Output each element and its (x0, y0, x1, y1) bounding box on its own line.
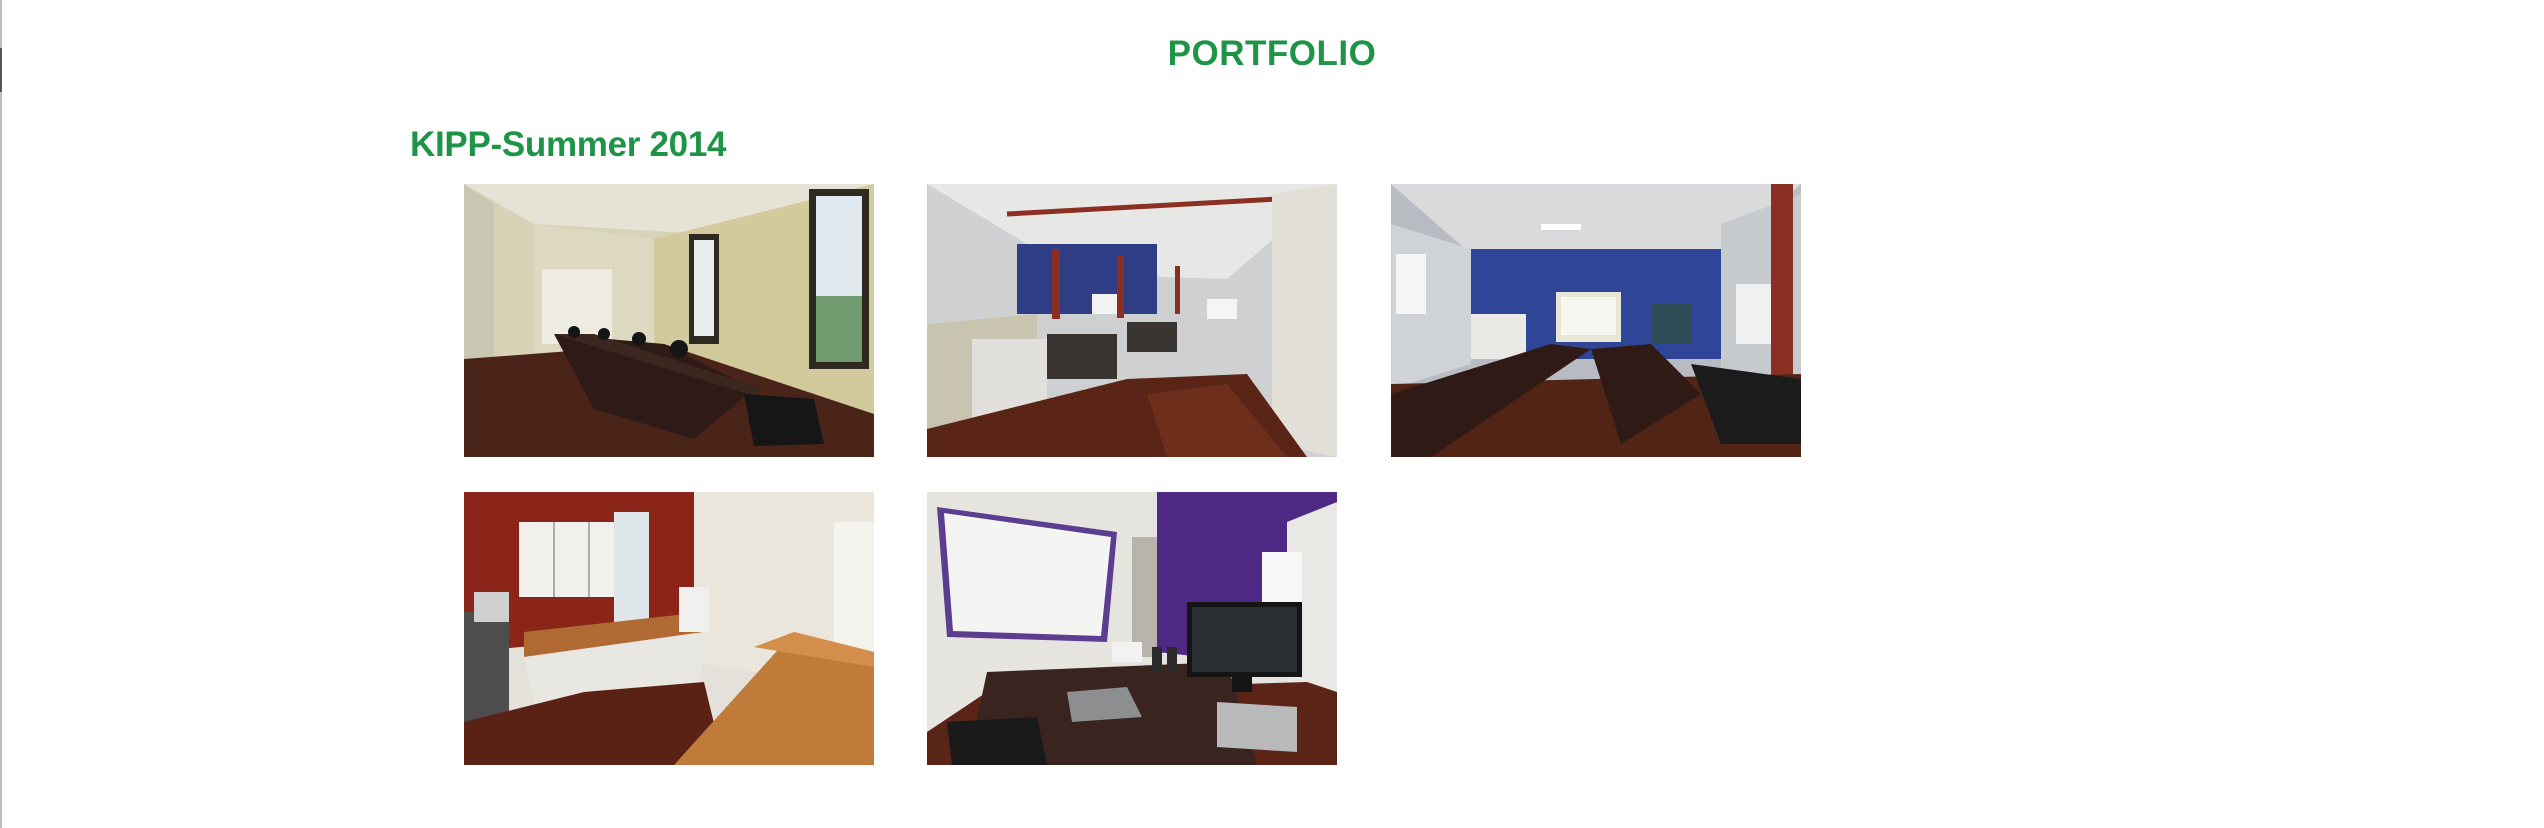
photo-image (464, 184, 874, 457)
gallery-photo-private-office[interactable] (927, 492, 1337, 765)
photo-image (927, 184, 1337, 457)
gallery-photo-open-office[interactable] (927, 184, 1337, 457)
gallery-photo-training-room[interactable] (1391, 184, 1801, 457)
section-heading: KIPP-Summer 2014 (410, 125, 727, 164)
gallery-photo-kitchenette[interactable] (464, 492, 874, 765)
page-title: PORTFOLIO (1167, 34, 1377, 73)
photo-image (464, 492, 874, 765)
photo-image (927, 492, 1337, 765)
page: PORTFOLIO KIPP-Summer 2014 (0, 0, 2544, 828)
gallery-photo-conference-room[interactable] (464, 184, 874, 457)
photo-image (1391, 184, 1801, 457)
window-left-border (0, 0, 2, 828)
